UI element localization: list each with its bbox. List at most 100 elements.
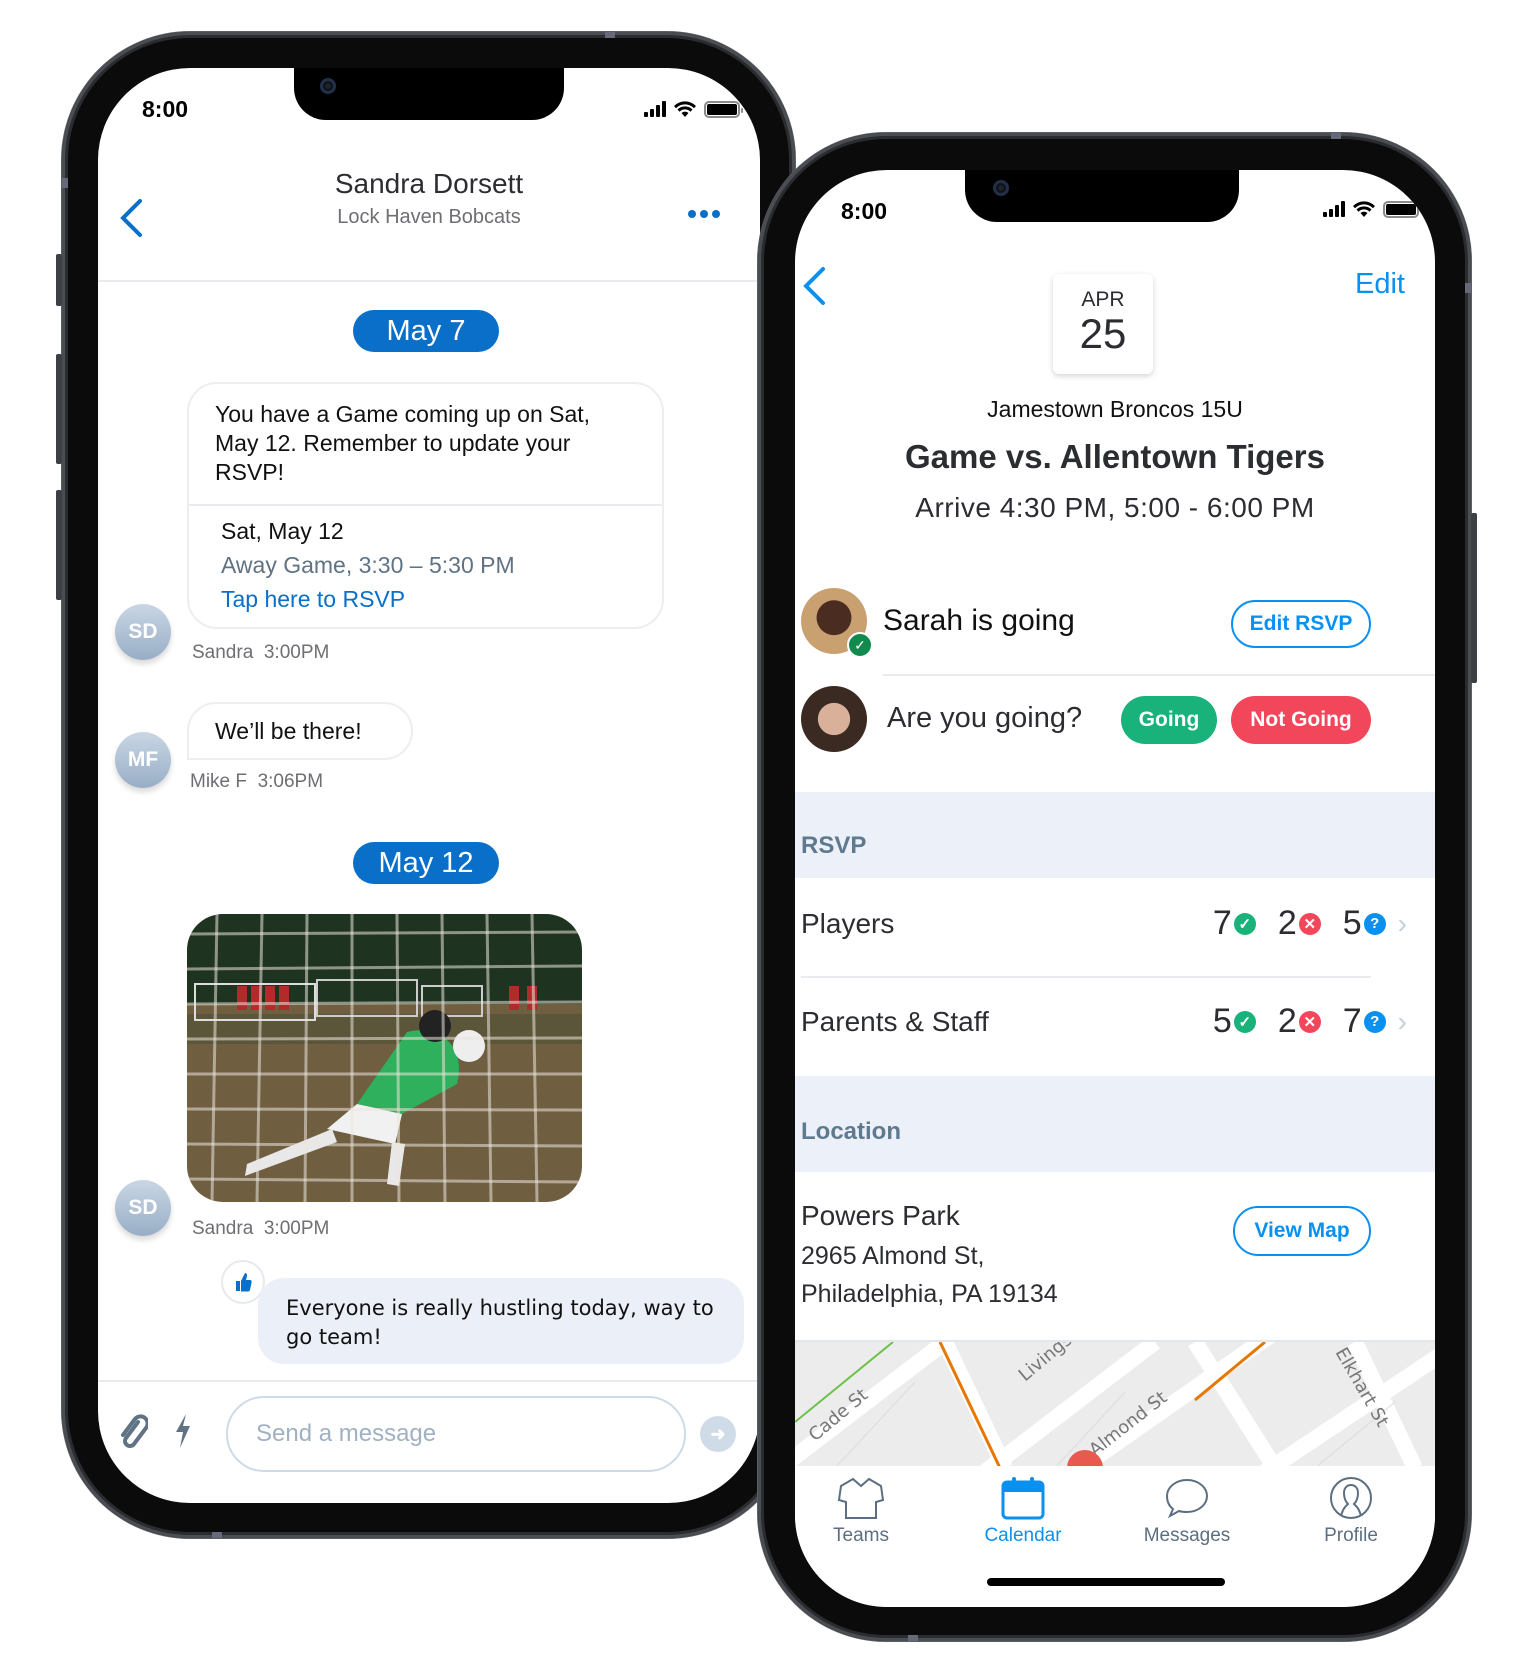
event-day: 25 — [1079, 310, 1127, 357]
question-circle-icon: ? — [1363, 912, 1386, 935]
chevron-right-icon: › — [1397, 907, 1407, 939]
wifi-icon — [674, 101, 696, 117]
map-label: Almond St — [1085, 1387, 1171, 1461]
signal-icon — [644, 101, 666, 117]
tab-calendar[interactable]: Calendar — [953, 1476, 1093, 1547]
wifi-icon — [1353, 201, 1375, 217]
event-date: Sat, May 12 — [221, 518, 344, 544]
avatar[interactable]: MF — [115, 732, 171, 788]
message-meta: Sandra 3:00PM — [192, 1218, 330, 1239]
avatar[interactable]: SD — [115, 1180, 171, 1236]
photo-attachment[interactable] — [187, 914, 582, 1202]
message-input[interactable]: Send a message — [226, 1396, 686, 1472]
message-meta: Mike F 3:06PM — [190, 771, 324, 792]
section-title: RSVP — [801, 832, 867, 859]
row-label: Parents & Staff — [801, 1006, 989, 1037]
player-avatar[interactable]: ✓ — [801, 588, 873, 658]
going-check-icon: ✓ — [847, 632, 873, 658]
event-date-card: APR 25 — [1053, 274, 1153, 374]
avatar[interactable]: SD — [115, 604, 171, 660]
question-circle-icon: ? — [1363, 1010, 1386, 1033]
antenna-band — [908, 1635, 918, 1641]
map-preview[interactable]: Cade St Livingston St Almond St Elkhart … — [795, 1340, 1435, 1466]
rsvp-counts: 5 ✓ 2 ✕ 7? › — [1191, 1002, 1407, 1041]
rsvp-counts: 7 ✓ 2 ✕ 5? › — [1191, 904, 1407, 943]
jersey-icon — [837, 1477, 885, 1519]
volume-up-button — [56, 354, 62, 464]
message-meta: Sandra 3:00PM — [192, 642, 330, 663]
person-icon — [1330, 1477, 1372, 1519]
rsvp-row-players[interactable]: Players 7 ✓ 2 ✕ 5? › — [795, 878, 1435, 976]
rsvp-section-header: RSVP — [795, 792, 1435, 878]
rsvp-link[interactable]: Tap here to RSVP — [221, 586, 405, 613]
message-bubble[interactable]: We’ll be there! — [187, 702, 413, 760]
unknown-count: 7 — [1342, 1002, 1362, 1040]
view-map-button[interactable]: View Map — [1233, 1206, 1371, 1256]
event-month: APR — [1081, 288, 1125, 311]
user-avatar[interactable] — [801, 686, 867, 752]
front-camera — [320, 78, 336, 94]
chat-bubble-icon — [1165, 1478, 1209, 1519]
antenna-band — [1465, 283, 1471, 293]
mute-switch — [56, 254, 62, 306]
reminder-text: You have a Game coming up on Sat, May 12… — [215, 401, 591, 485]
event-reminder-bubble[interactable]: You have a Game coming up on Sat, May 12… — [187, 382, 664, 629]
status-icons — [1323, 200, 1422, 218]
tab-profile[interactable]: Profile — [1281, 1476, 1421, 1547]
home-indicator[interactable] — [987, 1578, 1225, 1586]
bubble-divider — [189, 504, 662, 506]
going-count: 7 — [1212, 904, 1232, 942]
not-going-button[interactable]: Not Going — [1231, 696, 1371, 744]
going-button[interactable]: Going — [1121, 696, 1217, 744]
status-time: 8:00 — [841, 198, 888, 224]
section-title: Location — [801, 1118, 901, 1145]
tab-label: Teams — [833, 1525, 889, 1546]
address-line-2: Philadelphia, PA 19134 — [801, 1280, 1058, 1308]
going-count: 5 — [1212, 1002, 1232, 1040]
x-circle-icon: ✕ — [1298, 912, 1321, 935]
front-camera — [993, 180, 1009, 196]
check-circle-icon: ✓ — [1233, 912, 1256, 935]
antenna-band — [605, 32, 615, 38]
x-circle-icon: ✕ — [1298, 1010, 1321, 1033]
chat-header: Sandra Dorsett Lock Haven Bobcats — [98, 168, 760, 229]
header-divider — [98, 280, 760, 282]
composer-divider — [98, 1380, 760, 1382]
street-map: Cade St Livingston St Almond St Elkhart … — [795, 1342, 1435, 1466]
address-line-1: 2965 Almond St, — [801, 1242, 985, 1270]
own-message-bubble[interactable]: Everyone is really hustling today, way t… — [258, 1278, 744, 1364]
player-rsvp-status: Sarah is going — [883, 604, 1075, 637]
status-time: 8:00 — [142, 96, 189, 122]
own-message-text: Everyone is really hustling today, way t… — [286, 1296, 714, 1349]
back-chevron-icon[interactable] — [801, 266, 827, 306]
message-input-placeholder: Send a message — [256, 1420, 437, 1447]
more-dots-icon[interactable] — [688, 210, 720, 218]
notch — [294, 68, 564, 120]
tab-label: Calendar — [984, 1525, 1062, 1546]
rsvp-question: Are you going? — [887, 702, 1083, 734]
location-section-header: Location — [795, 1076, 1435, 1172]
tab-bar: Teams Calendar Messages Profile — [795, 1466, 1435, 1607]
event-detail-screen: 8:00 Edit APR 25 Jamestown Broncos 15U G… — [795, 170, 1435, 1607]
send-button[interactable]: ➜ — [700, 1416, 736, 1452]
row-label: Players — [801, 908, 895, 939]
paperclip-icon[interactable] — [118, 1414, 148, 1450]
event-title: Game vs. Allentown Tigers — [905, 438, 1325, 475]
tab-teams[interactable]: Teams — [795, 1476, 931, 1547]
not-going-count: 2 — [1277, 904, 1297, 942]
chevron-right-icon: › — [1397, 1005, 1407, 1037]
notch — [965, 170, 1239, 222]
tab-messages[interactable]: Messages — [1117, 1476, 1257, 1547]
edit-button[interactable]: Edit — [1355, 268, 1405, 301]
venue-name: Powers Park — [801, 1200, 960, 1231]
edit-rsvp-button[interactable]: Edit RSVP — [1231, 600, 1371, 648]
row-divider — [883, 674, 1435, 676]
rsvp-row-parents-staff[interactable]: Parents & Staff 5 ✓ 2 ✕ 7? › — [795, 978, 1435, 1074]
antenna-band — [212, 1532, 222, 1538]
calendar-icon — [1001, 1477, 1045, 1520]
antenna-band — [62, 178, 68, 188]
date-separator: May 7 — [353, 310, 499, 352]
thumbs-up-icon — [236, 1273, 252, 1292]
lightning-icon[interactable] — [174, 1414, 192, 1448]
chat-title: Sandra Dorsett — [334, 168, 524, 199]
